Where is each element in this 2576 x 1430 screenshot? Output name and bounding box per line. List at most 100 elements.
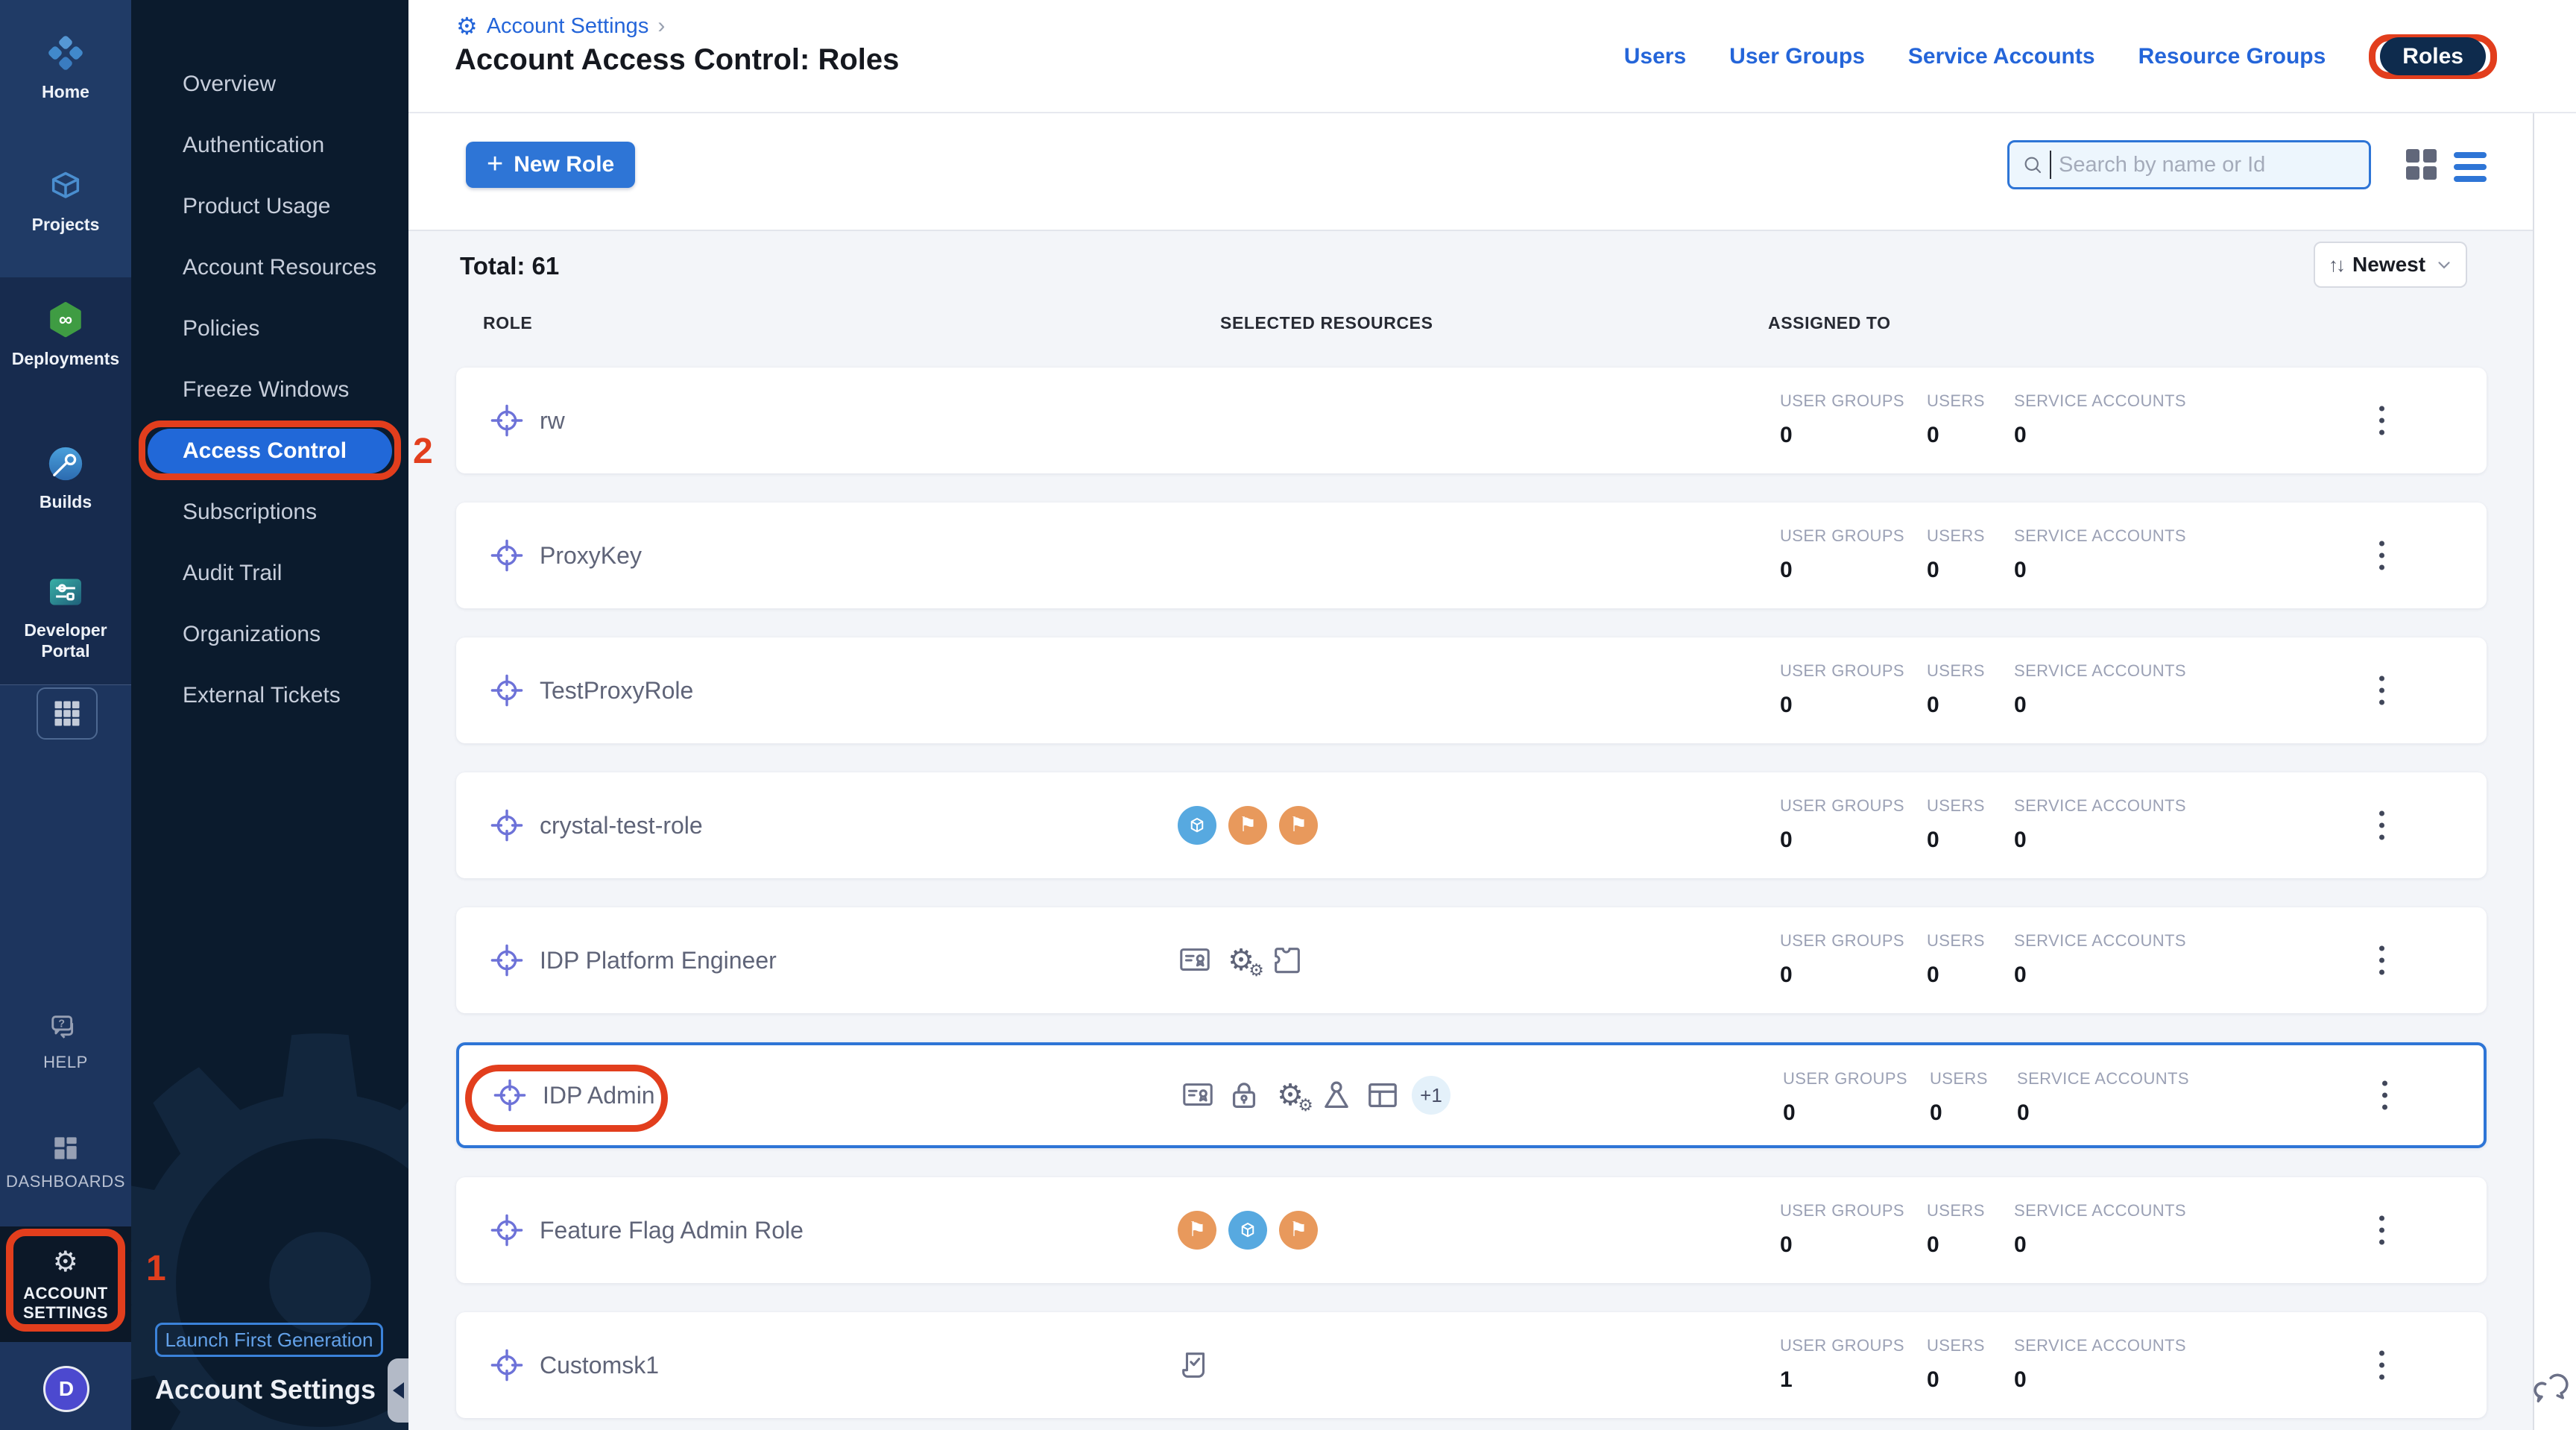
role-cell: ProxyKey <box>489 503 642 608</box>
user-groups-label: USER GROUPS <box>1780 931 1927 951</box>
settings-nav-item-subscriptions[interactable]: Subscriptions <box>131 482 408 543</box>
roles-list-area: Total: 61 ↑↓ Newest ROLE SELECTED RESOUR… <box>408 231 2533 1430</box>
role-row[interactable]: Feature Flag Admin Role ⚑⚑ USER GROUPS0 … <box>456 1177 2487 1283</box>
rail-item-developer-portal[interactable]: Developer Portal <box>0 571 131 661</box>
row-menu-button[interactable] <box>2376 1075 2393 1116</box>
service-accounts-value: 0 <box>2017 1100 2189 1126</box>
row-menu-button[interactable] <box>2373 400 2390 441</box>
service-accounts-label: SERVICE ACCOUNTS <box>2014 526 2186 546</box>
settings-nav-item-overview[interactable]: Overview <box>131 54 408 115</box>
settings-nav-item-organizations[interactable]: Organizations <box>131 604 408 665</box>
role-row[interactable]: rw USER GROUPS0 USERS0 SERVICE ACCOUNTS0 <box>456 368 2487 473</box>
users-label: USERS <box>1927 391 2014 411</box>
row-menu-button[interactable] <box>2373 940 2390 981</box>
settings-nav-item-label: Subscriptions <box>183 500 317 525</box>
settings-nav-item-policies[interactable]: Policies <box>131 298 408 359</box>
users-label: USERS <box>1927 931 2014 951</box>
assigned-to-cell: USER GROUPS0 USERS0 SERVICE ACCOUNTS0 <box>1780 931 2186 988</box>
role-row[interactable]: ProxyKey USER GROUPS0 USERS0 SERVICE ACC… <box>456 503 2487 608</box>
scope-tabs: Users User Groups Service Accounts Resou… <box>1624 28 2497 85</box>
projects-icon <box>45 166 86 207</box>
rail-item-label: Deployments <box>12 349 119 370</box>
search-input[interactable] <box>2057 152 2357 178</box>
user-avatar[interactable]: D <box>43 1366 89 1412</box>
rail-item-deployments[interactable]: ∞ Deployments <box>0 300 131 370</box>
settings-nav-item-label: Audit Trail <box>183 561 282 586</box>
rail-item-builds[interactable]: Builds <box>0 443 131 513</box>
row-menu-button[interactable] <box>2373 805 2390 846</box>
breadcrumb: ⚙ Account Settings › <box>456 13 665 39</box>
rail-item-home[interactable]: Home <box>0 31 131 103</box>
row-menu-button[interactable] <box>2373 1210 2390 1251</box>
role-row[interactable]: TestProxyRole USER GROUPS0 USERS0 SERVIC… <box>456 637 2487 743</box>
module-browser-button[interactable] <box>37 687 98 740</box>
role-cell: crystal-test-role <box>489 772 703 878</box>
plus-icon: + <box>487 150 503 178</box>
user-groups-label: USER GROUPS <box>1780 661 1927 681</box>
assigned-to-cell: USER GROUPS0 USERS0 SERVICE ACCOUNTS0 <box>1780 796 2186 853</box>
role-target-icon <box>489 673 525 708</box>
assigned-to-cell: USER GROUPS0 USERS0 SERVICE ACCOUNTS0 <box>1780 526 2186 583</box>
row-menu-button[interactable] <box>2373 670 2390 711</box>
tab-user-groups[interactable]: User Groups <box>1729 44 1865 69</box>
user-groups-value: 1 <box>1780 1367 1927 1393</box>
breadcrumb-link[interactable]: Account Settings <box>487 14 649 39</box>
settings-nav-item-audit-trail[interactable]: Audit Trail <box>131 543 408 604</box>
column-header-role: ROLE <box>483 313 532 333</box>
tab-roles[interactable]: Roles <box>2380 37 2486 75</box>
role-name: IDP Admin <box>543 1082 655 1109</box>
role-row[interactable]: IDP Admin ⚙⚙+1 USER GROUPS0 USERS0 SERVI… <box>456 1042 2487 1148</box>
rail-item-projects[interactable]: Projects <box>0 166 131 236</box>
users-value: 0 <box>1930 1100 2017 1126</box>
rail-item-label: Builds <box>40 492 92 513</box>
role-target-icon <box>489 538 525 573</box>
role-target-icon <box>489 1347 525 1383</box>
sort-dropdown[interactable]: ↑↓ Newest <box>2314 242 2467 288</box>
plugin-resource-icon <box>1270 943 1304 977</box>
role-name: ProxyKey <box>540 542 642 570</box>
tab-service-accounts[interactable]: Service Accounts <box>1908 44 2095 69</box>
service-accounts-label: SERVICE ACCOUNTS <box>2014 1201 2186 1220</box>
settings-nav-item-external-tickets[interactable]: External Tickets <box>131 665 408 726</box>
box-resource-icon <box>1228 1211 1267 1250</box>
role-row[interactable]: IDP Platform Engineer ⚙⚙ USER GROUPS0 US… <box>456 907 2487 1013</box>
settings-nav-item-account-resources[interactable]: Account Resources <box>131 237 408 298</box>
assigned-to-cell: USER GROUPS0 USERS0 SERVICE ACCOUNTS0 <box>1780 1201 2186 1258</box>
sidebar-collapse-button[interactable] <box>388 1358 408 1423</box>
svg-text:?: ? <box>58 1018 66 1030</box>
rail-item-account-settings[interactable]: ⚙ ACCOUNT SETTINGS <box>0 1226 131 1342</box>
rail-item-dashboards[interactable]: DASHBOARDS <box>0 1132 131 1191</box>
tab-resource-groups[interactable]: Resource Groups <box>2138 44 2326 69</box>
role-row[interactable]: crystal-test-role ⚑⚑ USER GROUPS0 USERS0… <box>456 772 2487 878</box>
selected-resources-cell: ⚙⚙ <box>1178 907 1304 1013</box>
settings-nav-item-access-control[interactable]: Access Control <box>131 421 408 482</box>
settings-nav-item-freeze-windows[interactable]: Freeze Windows <box>131 359 408 421</box>
settings-nav-item-label: Authentication <box>183 133 324 158</box>
support-chat-icon[interactable] <box>2531 1367 2573 1409</box>
home-icon <box>44 31 87 75</box>
users-value: 0 <box>1927 693 2014 718</box>
new-role-button[interactable]: + New Role <box>466 142 635 188</box>
box-resource-icon <box>1178 806 1216 845</box>
sidebar-footer-title: Account Settings <box>155 1374 376 1405</box>
role-name: Customsk1 <box>540 1352 659 1379</box>
launch-first-generation-button[interactable]: Launch First Generation <box>155 1323 383 1357</box>
row-menu-button[interactable] <box>2373 1345 2390 1386</box>
service-accounts-value: 0 <box>2014 693 2186 718</box>
role-row[interactable]: Customsk1 USER GROUPS1 USERS0 SERVICE AC… <box>456 1312 2487 1418</box>
service-accounts-label: SERVICE ACCOUNTS <box>2014 931 2186 951</box>
rail-item-label: DASHBOARDS <box>6 1172 125 1191</box>
list-view-toggle[interactable] <box>2454 152 2487 182</box>
sort-value: Newest <box>2352 253 2425 277</box>
extra-resources-badge: +1 <box>1412 1076 1450 1115</box>
settings-nav-item-product-usage[interactable]: Product Usage <box>131 176 408 237</box>
row-menu-button[interactable] <box>2373 535 2390 576</box>
selected-resources-cell <box>1178 1312 1212 1418</box>
settings-nav-item-authentication[interactable]: Authentication <box>131 115 408 176</box>
users-value: 0 <box>1927 1232 2014 1258</box>
grid-view-toggle[interactable] <box>2406 149 2437 180</box>
service-accounts-value: 0 <box>2014 423 2186 448</box>
rail-item-help[interactable]: ? HELP <box>0 1011 131 1072</box>
tab-users[interactable]: Users <box>1624 44 1686 69</box>
feature-flag-resource-icon: ⚑ <box>1279 806 1318 845</box>
